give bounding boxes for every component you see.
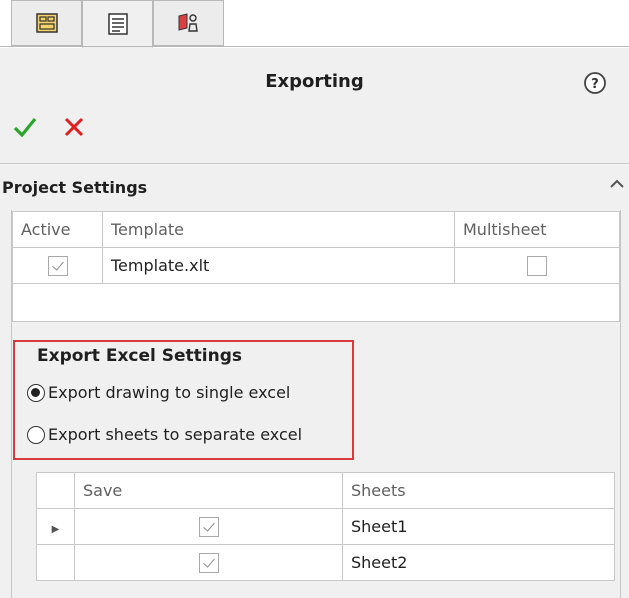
row-pointer-icon: ▶ <box>51 524 60 535</box>
export-settings-title: Export Excel Settings <box>37 346 243 366</box>
column-header-sheets[interactable]: Sheets <box>342 472 615 509</box>
radio-label: Export sheets to separate excel <box>48 425 303 444</box>
column-header-save[interactable]: Save <box>74 472 343 509</box>
radio-export-separate[interactable]: Export sheets to separate excel <box>27 425 302 444</box>
separator <box>0 163 629 164</box>
template-table: Active Template Multisheet Template.xlt <box>12 211 620 322</box>
empty-cell <box>12 283 620 322</box>
sheets-table: Save Sheets ▶ Sheet1 Sheet2 <box>36 472 615 581</box>
multisheet-checkbox[interactable] <box>527 255 547 276</box>
sheet-name-cell[interactable]: Sheet2 <box>342 544 615 581</box>
help-icon[interactable]: ? <box>583 71 607 95</box>
active-cell <box>12 247 103 284</box>
list-view-icon <box>107 13 128 35</box>
save-cell <box>74 508 343 545</box>
security-tools-icon <box>178 13 198 32</box>
row-indicator <box>36 544 75 581</box>
row-indicator-header <box>36 472 75 509</box>
svg-text:?: ? <box>591 77 599 92</box>
close-icon[interactable] <box>63 116 85 138</box>
checkmark-icon[interactable] <box>13 116 37 138</box>
tab-list[interactable] <box>82 0 153 48</box>
save-checkbox[interactable] <box>198 552 219 573</box>
tab-security[interactable] <box>153 0 224 46</box>
page-title: Exporting <box>265 71 364 92</box>
multisheet-cell <box>454 247 620 284</box>
column-header-multisheet[interactable]: Multisheet <box>454 211 620 248</box>
template-cell[interactable]: Template.xlt <box>102 247 455 284</box>
radio-label: Export drawing to single excel <box>48 383 291 402</box>
save-checkbox[interactable] <box>198 516 219 537</box>
table-row[interactable]: Template.xlt <box>12 247 620 284</box>
radio-export-single[interactable]: Export drawing to single excel <box>27 383 290 402</box>
row-indicator: ▶ <box>36 508 75 545</box>
sheet-name-cell[interactable]: Sheet1 <box>342 508 615 545</box>
empty-row <box>12 283 620 322</box>
property-panel-icon <box>35 13 58 33</box>
radio-button[interactable] <box>27 425 45 444</box>
radio-button-selected[interactable] <box>27 383 45 402</box>
chevron-up-icon[interactable] <box>609 176 625 192</box>
tab-properties[interactable] <box>11 0 82 46</box>
column-header-template[interactable]: Template <box>102 211 455 248</box>
column-header-active[interactable]: Active <box>12 211 103 248</box>
section-title-project-settings: Project Settings <box>2 178 148 197</box>
table-header-row: Active Template Multisheet <box>12 211 620 248</box>
tab-divider <box>0 46 629 47</box>
table-row[interactable]: Sheet2 <box>36 544 615 581</box>
table-header-row: Save Sheets <box>36 472 615 509</box>
table-row[interactable]: ▶ Sheet1 <box>36 508 615 545</box>
active-checkbox[interactable] <box>47 255 68 276</box>
save-cell <box>74 544 343 581</box>
